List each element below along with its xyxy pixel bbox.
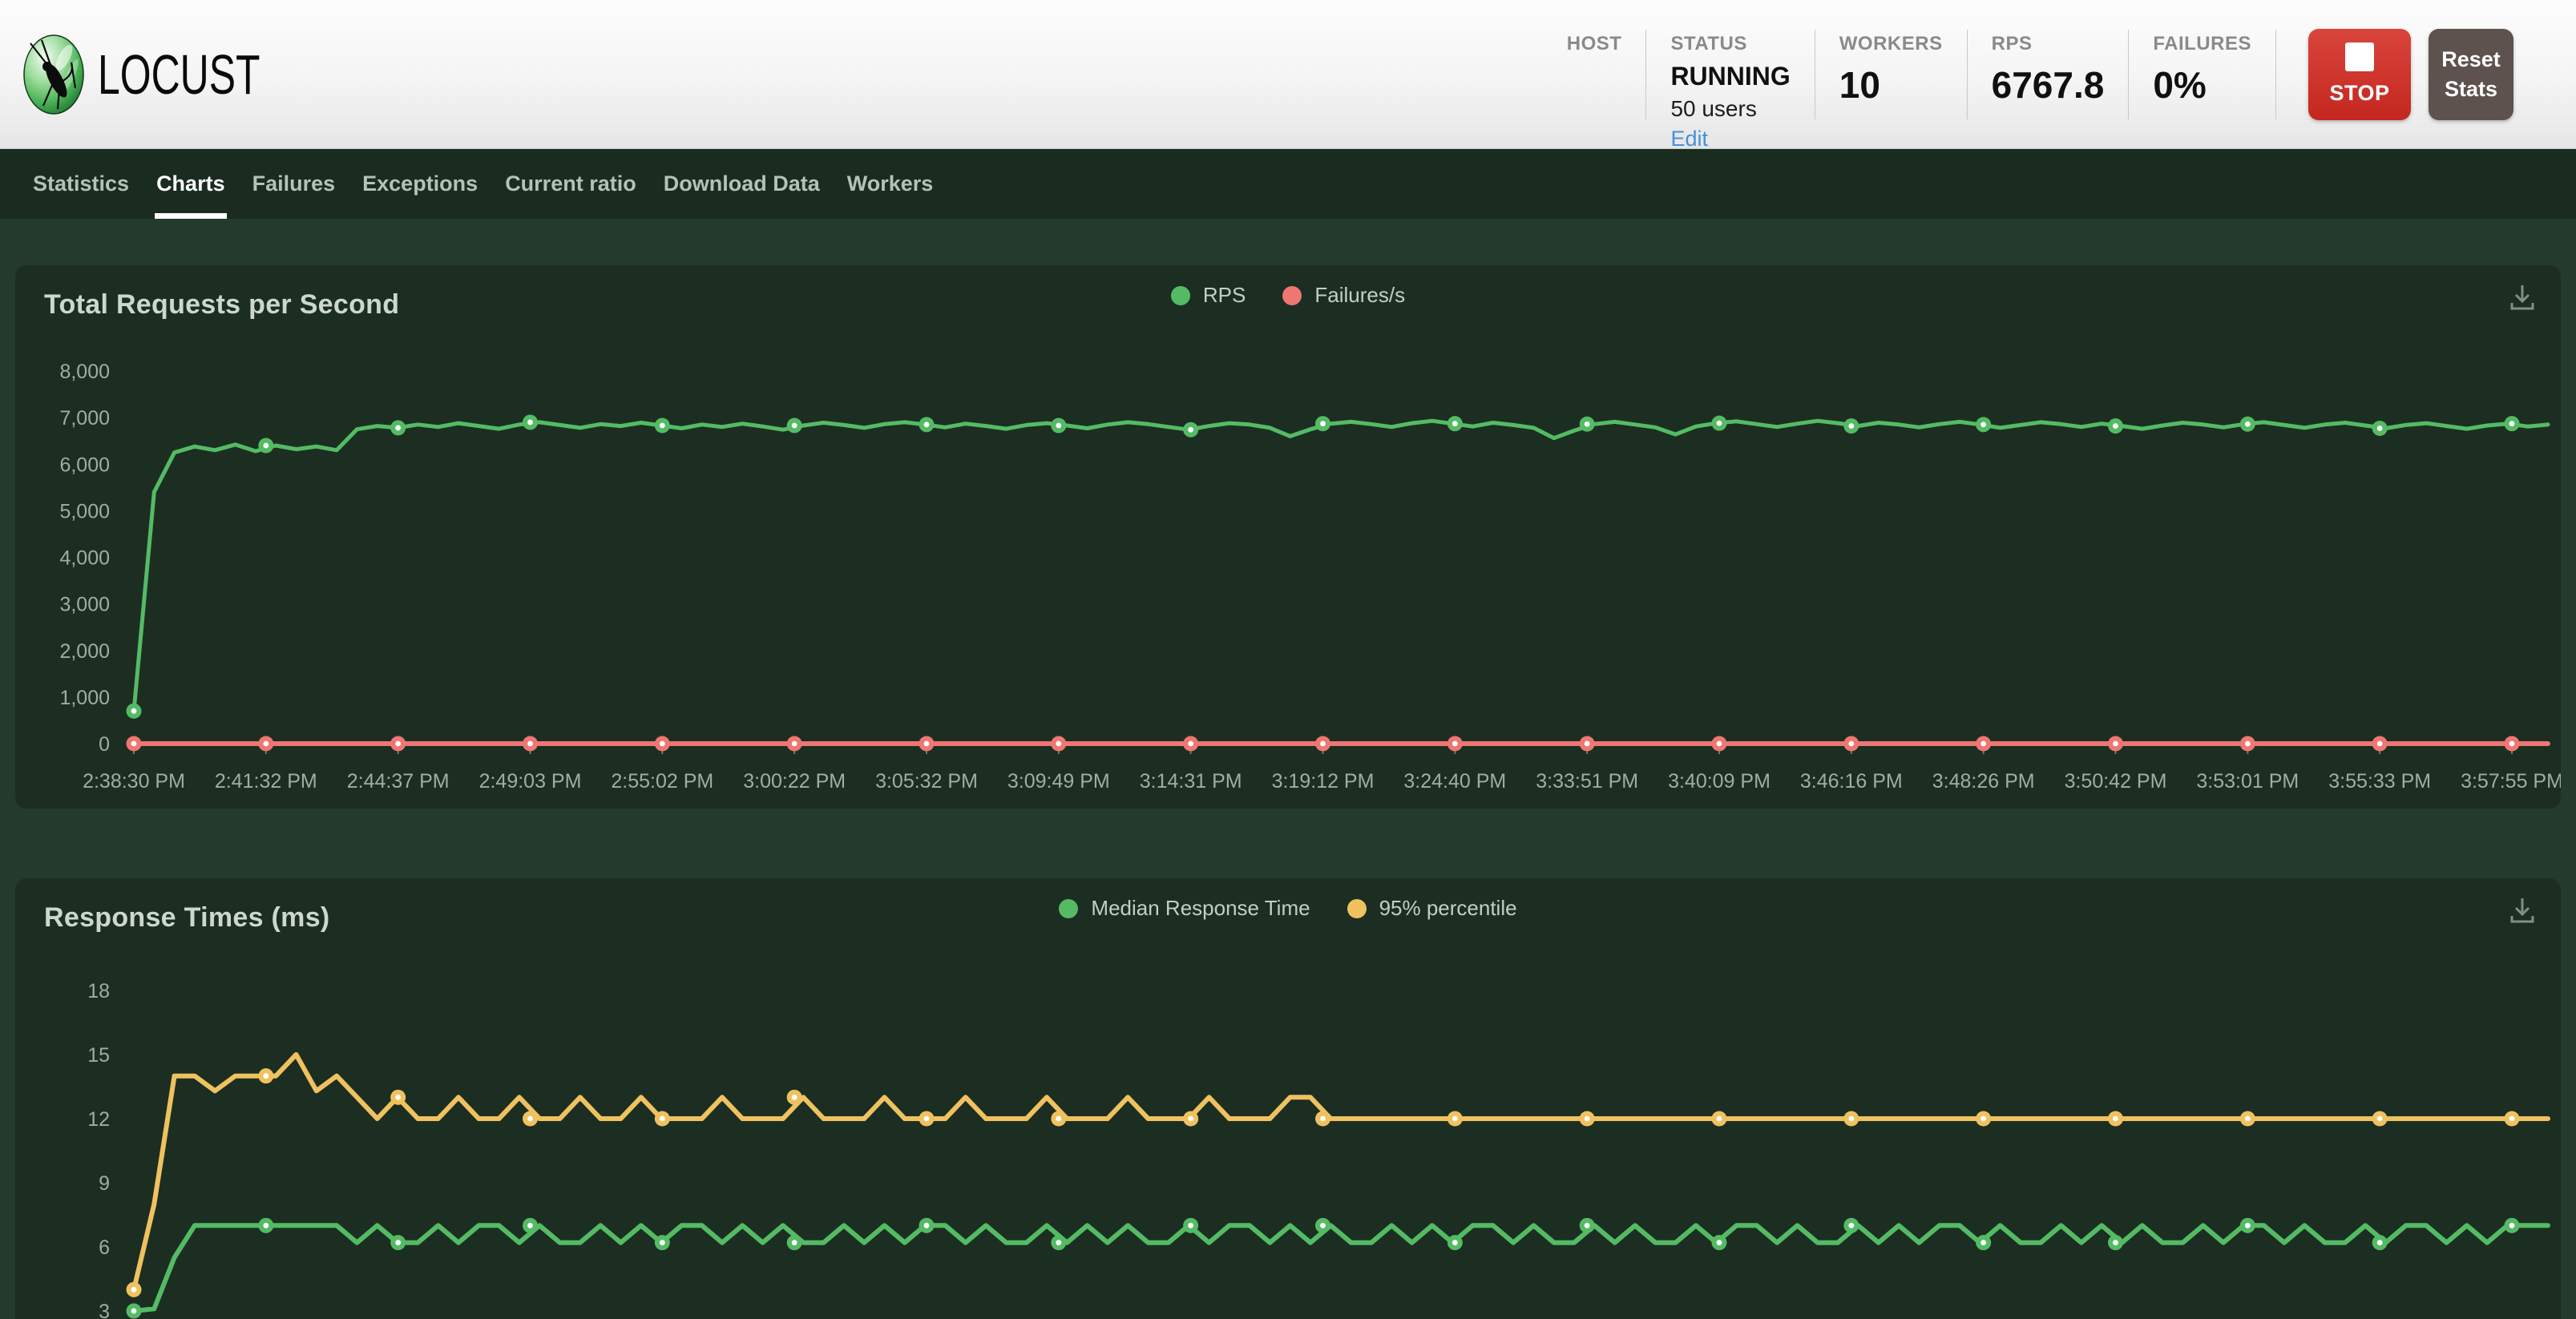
tab-statistics[interactable]: Statistics bbox=[19, 149, 143, 219]
stat-workers-value: 10 bbox=[1839, 63, 1943, 107]
svg-text:3:40:09 PM: 3:40:09 PM bbox=[1668, 770, 1770, 793]
tab-workers[interactable]: Workers bbox=[834, 149, 947, 219]
tab-download-data[interactable]: Download Data bbox=[650, 149, 834, 219]
stat-status-label: STATUS bbox=[1670, 33, 1790, 55]
stat-rps-value: 6767.8 bbox=[1992, 63, 2105, 107]
svg-text:18: 18 bbox=[87, 980, 110, 1002]
tab-exceptions[interactable]: Exceptions bbox=[349, 149, 491, 219]
chart-response-plot[interactable]: 3 6 9 12 15 18 bbox=[15, 878, 2561, 1319]
svg-text:3:09:49 PM: 3:09:49 PM bbox=[1007, 770, 1110, 793]
locust-logo[interactable]: LOCUST bbox=[22, 34, 306, 115]
svg-text:3:55:33 PM: 3:55:33 PM bbox=[2328, 770, 2431, 793]
svg-text:3:33:51 PM: 3:33:51 PM bbox=[1536, 770, 1638, 793]
svg-text:5,000: 5,000 bbox=[59, 500, 110, 522]
svg-text:3:53:01 PM: 3:53:01 PM bbox=[2196, 770, 2299, 793]
svg-text:3:05:32 PM: 3:05:32 PM bbox=[875, 770, 978, 793]
stop-button[interactable]: STOP bbox=[2308, 29, 2411, 120]
svg-text:12: 12 bbox=[87, 1108, 110, 1131]
reset-stats-button[interactable]: Reset Stats bbox=[2429, 29, 2513, 120]
svg-text:8,000: 8,000 bbox=[59, 361, 110, 383]
svg-text:4,000: 4,000 bbox=[59, 547, 110, 570]
svg-text:3:50:42 PM: 3:50:42 PM bbox=[2065, 770, 2167, 793]
chart-panel-response-times: Median Response Time 95% percentile Resp… bbox=[15, 878, 2561, 1319]
stat-status: STATUS RUNNING 50 users Edit bbox=[1646, 30, 1815, 119]
chart-panel-total-rps: RPS Failures/s Total Requests per Second… bbox=[15, 265, 2561, 809]
svg-text:7,000: 7,000 bbox=[59, 407, 110, 430]
tab-current-ratio[interactable]: Current ratio bbox=[491, 149, 650, 219]
svg-text:2:44:37 PM: 2:44:37 PM bbox=[347, 770, 450, 793]
svg-text:3:14:31 PM: 3:14:31 PM bbox=[1140, 770, 1242, 793]
stat-workers-label: WORKERS bbox=[1839, 33, 1943, 55]
svg-text:2:49:03 PM: 2:49:03 PM bbox=[479, 770, 582, 793]
header-stats: HOST STATUS RUNNING 50 users Edit WORKER… bbox=[1543, 30, 2276, 119]
stat-failures-value: 0% bbox=[2153, 63, 2251, 107]
svg-text:3: 3 bbox=[99, 1301, 110, 1319]
svg-text:3:48:26 PM: 3:48:26 PM bbox=[1932, 770, 2035, 793]
stat-host: HOST bbox=[1543, 30, 1647, 119]
svg-text:15: 15 bbox=[87, 1044, 110, 1067]
svg-text:3:24:40 PM: 3:24:40 PM bbox=[1403, 770, 1506, 793]
tab-failures[interactable]: Failures bbox=[239, 149, 349, 219]
stat-rps-label: RPS bbox=[1992, 33, 2105, 55]
edit-link[interactable]: Edit bbox=[1670, 127, 1708, 151]
svg-text:0: 0 bbox=[99, 733, 110, 756]
svg-text:3:19:12 PM: 3:19:12 PM bbox=[1272, 770, 1375, 793]
svg-text:2:38:30 PM: 2:38:30 PM bbox=[83, 770, 185, 793]
svg-text:2:41:32 PM: 2:41:32 PM bbox=[215, 770, 317, 793]
stat-workers: WORKERS 10 bbox=[1815, 30, 1968, 119]
logo-wordmark: LOCUST bbox=[98, 42, 260, 107]
svg-text:3:00:22 PM: 3:00:22 PM bbox=[743, 770, 846, 793]
chart-rps-plot[interactable]: 0 1,000 2,000 3,000 4,000 5,000 6,000 7,000 8,00… bbox=[15, 265, 2561, 809]
svg-text:1,000: 1,000 bbox=[59, 687, 110, 709]
tab-charts[interactable]: Charts bbox=[143, 149, 239, 219]
svg-text:2:55:02 PM: 2:55:02 PM bbox=[611, 770, 713, 793]
nav-tabs: Statistics Charts Failures Exceptions Cu… bbox=[0, 149, 2576, 219]
svg-text:6: 6 bbox=[99, 1236, 110, 1259]
stat-failures: FAILURES 0% bbox=[2129, 30, 2276, 119]
svg-text:9: 9 bbox=[99, 1172, 110, 1195]
stat-status-value: RUNNING bbox=[1670, 62, 1790, 91]
svg-text:6,000: 6,000 bbox=[59, 454, 110, 476]
stat-host-label: HOST bbox=[1567, 33, 1622, 55]
svg-text:3:46:16 PM: 3:46:16 PM bbox=[1800, 770, 1903, 793]
stop-icon bbox=[2345, 42, 2374, 71]
svg-text:3:57:55 PM: 3:57:55 PM bbox=[2461, 770, 2561, 793]
stat-failures-label: FAILURES bbox=[2153, 33, 2251, 55]
locust-logo-icon bbox=[22, 34, 85, 115]
stat-status-users: 50 users bbox=[1670, 96, 1790, 122]
svg-text:2,000: 2,000 bbox=[59, 640, 110, 663]
header: LOCUST HOST STATUS RUNNING 50 users Edit… bbox=[0, 0, 2576, 149]
svg-text:3,000: 3,000 bbox=[59, 594, 110, 616]
stop-button-label: STOP bbox=[2329, 81, 2389, 106]
stat-rps: RPS 6767.8 bbox=[1968, 30, 2130, 119]
